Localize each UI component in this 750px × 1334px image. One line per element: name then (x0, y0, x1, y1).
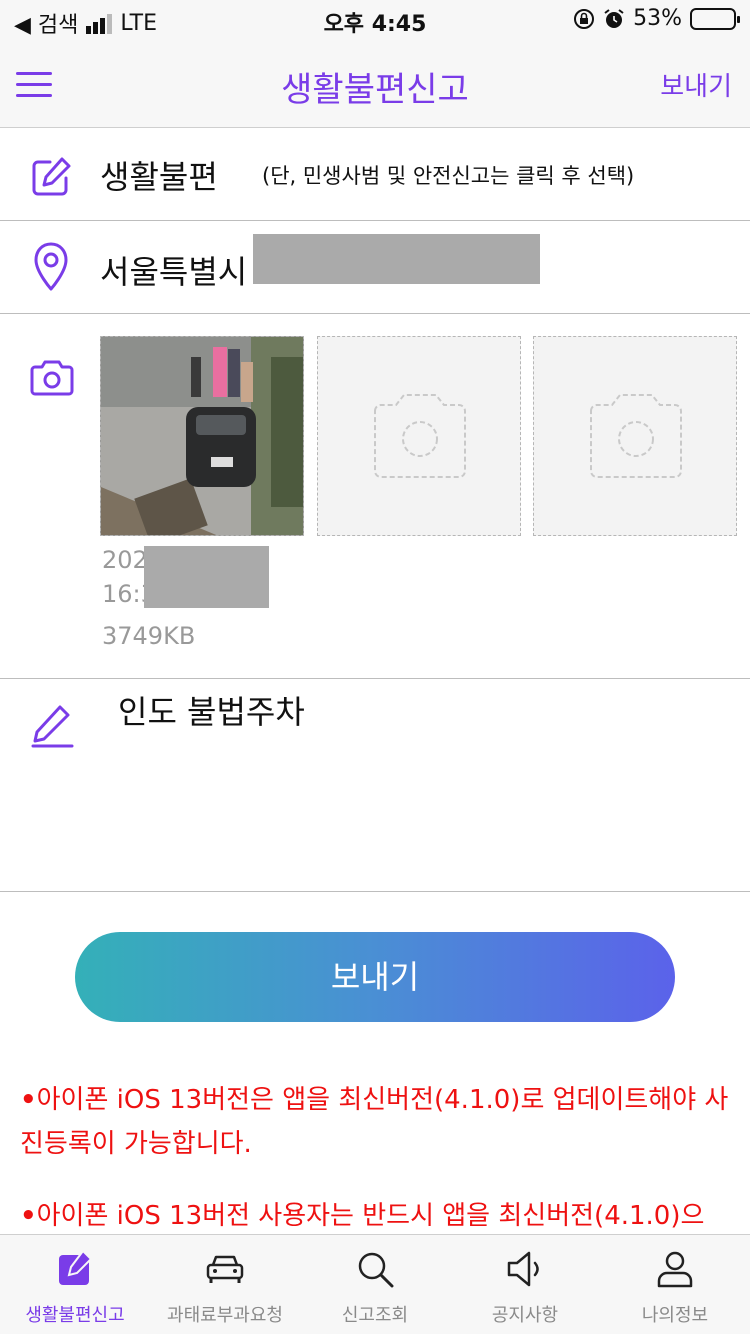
battery-icon (690, 7, 740, 30)
car-icon (206, 1255, 244, 1283)
header-send-button[interactable]: 보내기 (660, 66, 732, 103)
photo-row: 202 16:3 3749KB (0, 314, 750, 679)
tab-fine-request[interactable]: 과태료부과요청 (150, 1235, 300, 1334)
photo-slot-empty[interactable] (533, 336, 737, 536)
alarm-icon (604, 8, 624, 28)
orientation-lock-icon (574, 8, 595, 29)
battery-percent: 53% (633, 6, 682, 31)
page-title: 생활불편신고 (281, 70, 469, 110)
tab-label: 생활불편신고 (25, 1305, 125, 1326)
speaker-icon (507, 1251, 539, 1287)
tab-notices[interactable]: 공지사항 (450, 1235, 600, 1334)
tab-label: 공지사항 (491, 1305, 559, 1326)
category-note: (단, 민생사범 및 안전신고는 클릭 후 선택) (262, 164, 635, 188)
tab-report-lookup[interactable]: 신고조회 (300, 1235, 450, 1334)
camera-icon (30, 360, 74, 396)
notice-item: •아이폰 iOS 13버전 사용자는 반드시 앱을 최신버전(4.1.0)으 (20, 1194, 735, 1234)
tab-bar: 생활불편신고 과태료부과요청 신고조회 공지사항 나의정보 (0, 1234, 750, 1334)
tab-civil-complaint[interactable]: 생활불편신고 (0, 1235, 150, 1334)
location-row[interactable]: 서울특별시 (0, 221, 750, 314)
redacted-timestamp (144, 546, 269, 608)
category-label: 생활불편 (100, 158, 218, 196)
description-row[interactable]: 인도 불법주차 (0, 679, 750, 892)
photo-slot-empty[interactable] (317, 336, 521, 536)
location-label: 서울특별시 (100, 253, 248, 291)
photo-thumbnail[interactable] (100, 336, 304, 536)
location-pin-icon (34, 242, 68, 291)
camera-placeholder-icon (590, 394, 682, 478)
tab-my-info[interactable]: 나의정보 (600, 1235, 750, 1334)
status-bar: ◀ 검색 LTE 오후 4:45 53% (0, 0, 750, 40)
redacted-address (253, 234, 540, 284)
edit-icon (32, 157, 71, 196)
edit-square-icon (59, 1249, 93, 1285)
tab-label: 과태료부과요청 (167, 1305, 283, 1326)
notice-item: •아이폰 iOS 13버전은 앱을 최신버전(4.1.0)로 업데이트해야 사진… (20, 1078, 735, 1166)
category-row[interactable]: 생활불편 (단, 민생사범 및 안전신고는 클릭 후 선택) (0, 128, 750, 221)
description-text[interactable]: 인도 불법주차 (118, 687, 305, 733)
photo-image (101, 337, 303, 535)
status-right: 53% (573, 6, 740, 31)
photo-date: 202 (102, 546, 148, 574)
tab-label: 신고조회 (341, 1305, 409, 1326)
notice-bullet: • (20, 1201, 37, 1231)
notice-text: 아이폰 iOS 13버전은 앱을 최신버전(4.1.0)로 업데이트해야 사진등… (20, 1085, 729, 1159)
notice-text: 아이폰 iOS 13버전 사용자는 반드시 앱을 최신버전(4.1.0)으 (36, 1201, 705, 1231)
user-icon (657, 1251, 693, 1288)
photo-file-size: 3749KB (102, 622, 196, 650)
notice-bullet: • (20, 1085, 37, 1115)
pencil-icon (31, 705, 74, 748)
nav-bar: 생활불편신고 보내기 (0, 40, 750, 128)
search-icon (358, 1252, 394, 1288)
tab-label: 나의정보 (641, 1305, 709, 1326)
camera-placeholder-icon (374, 394, 466, 478)
send-button[interactable]: 보내기 (75, 932, 675, 1022)
